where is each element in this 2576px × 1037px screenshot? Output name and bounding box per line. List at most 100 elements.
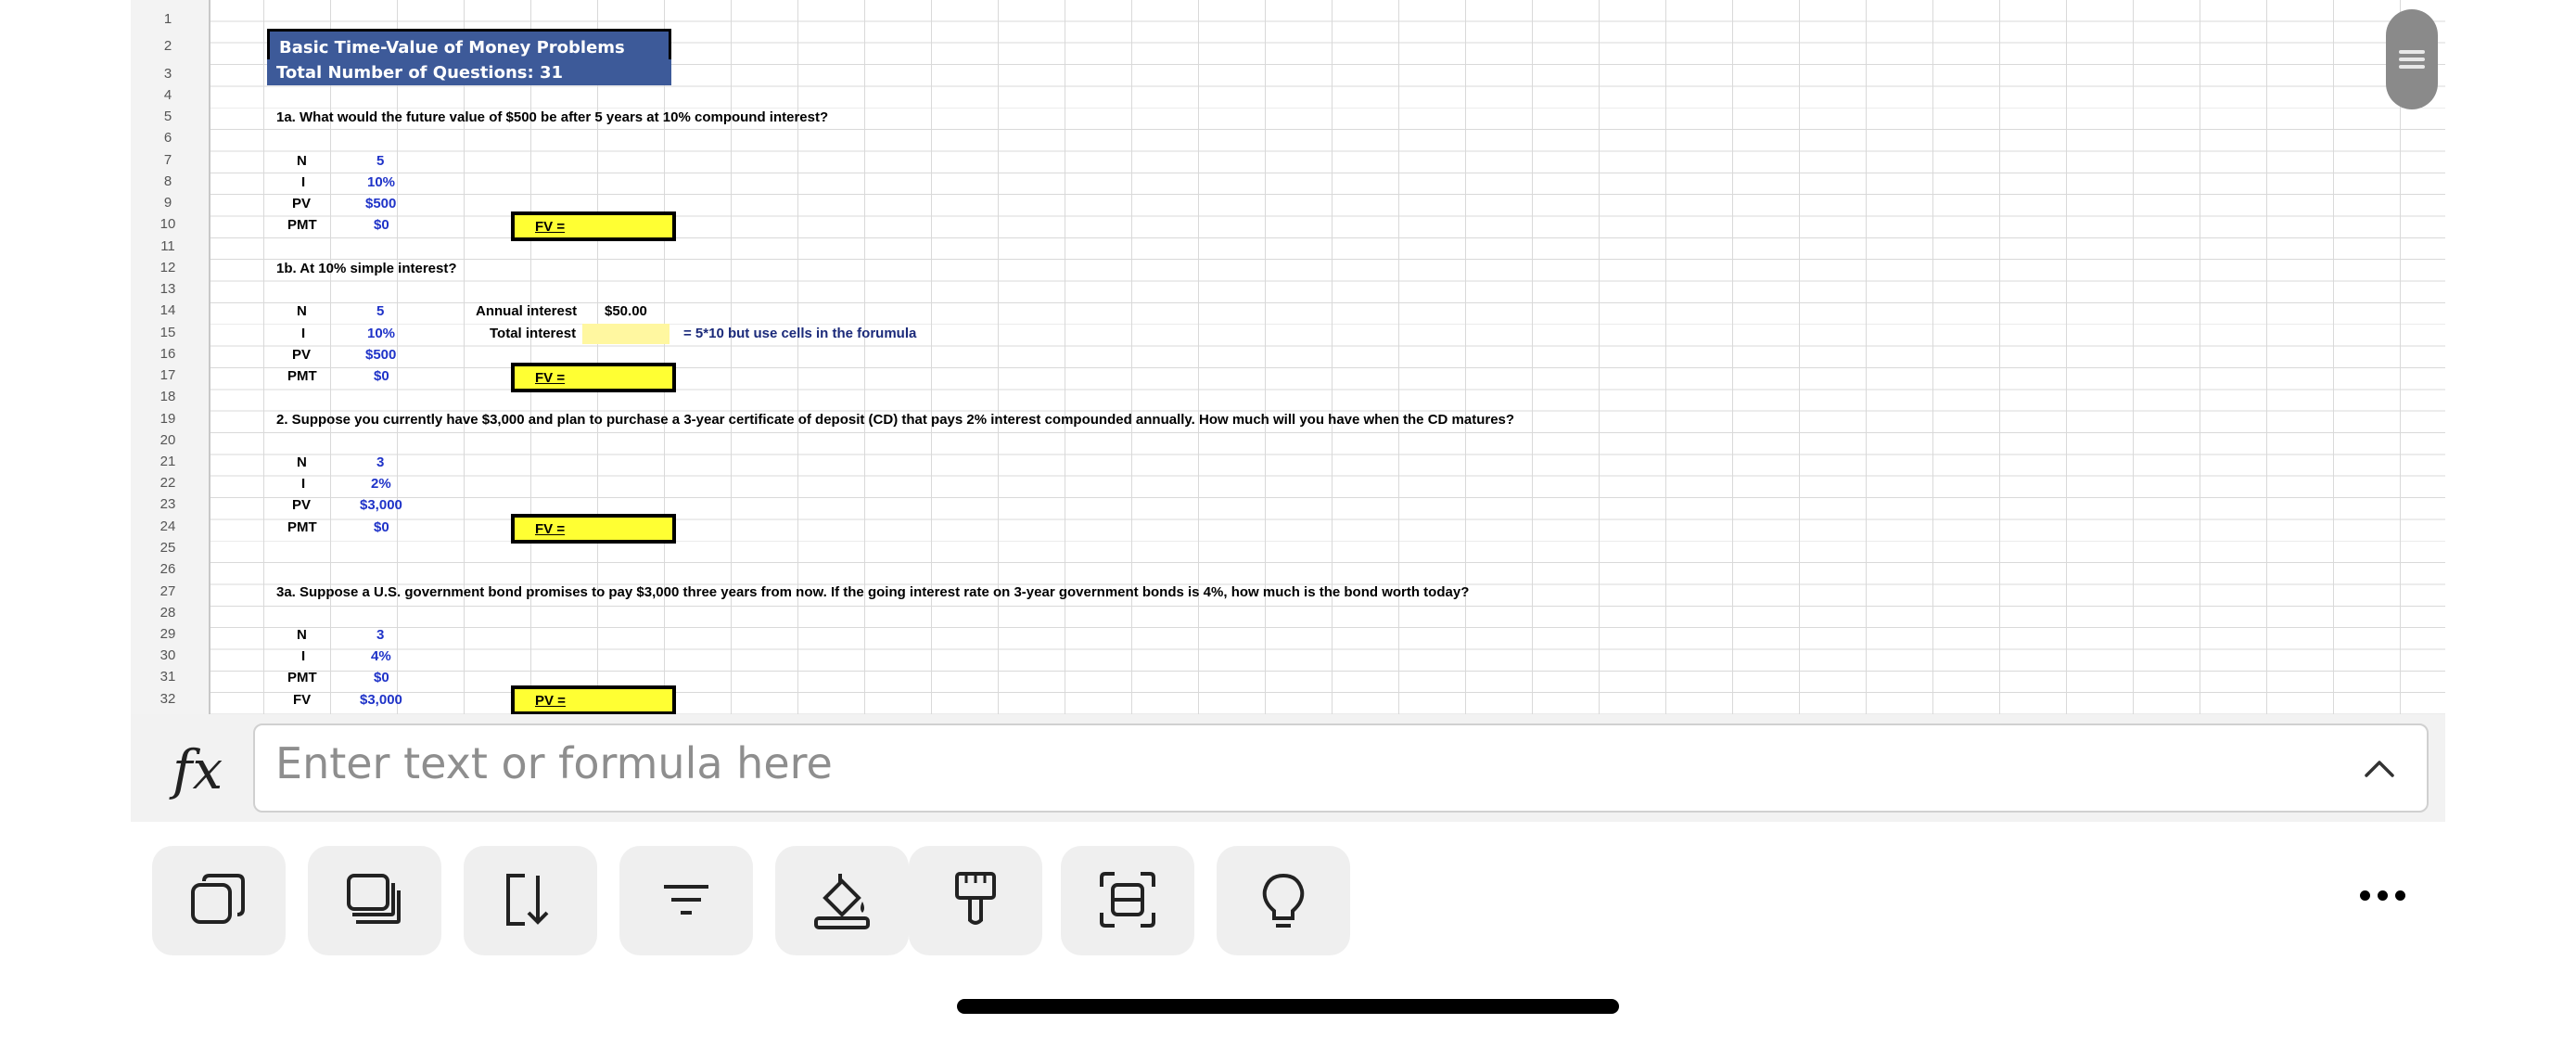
label-i[interactable]: I [301, 475, 305, 493]
row-number[interactable]: 15 [131, 325, 205, 340]
row-number[interactable]: 1 [131, 11, 205, 27]
row-number[interactable]: 6 [131, 130, 205, 146]
sheet-subtitle[interactable]: Total Number of Questions: 31 [267, 59, 671, 85]
total-interest-cell[interactable] [582, 324, 670, 344]
row-number[interactable]: 18 [131, 389, 205, 404]
input-pmt[interactable]: $0 [374, 669, 389, 687]
home-indicator[interactable] [957, 999, 1619, 1014]
row-number[interactable]: 32 [131, 691, 205, 707]
fx-icon[interactable]: fx [172, 738, 223, 801]
row-number[interactable]: 27 [131, 583, 205, 599]
ideas-button[interactable] [1217, 846, 1350, 955]
label-i[interactable]: I [301, 647, 305, 666]
question-1b[interactable]: 1b. At 10% simple interest? [276, 260, 457, 278]
input-pv[interactable]: $500 [365, 195, 396, 213]
row-number[interactable]: 5 [131, 109, 205, 124]
question-3a[interactable]: 3a. Suppose a U.S. government bond promi… [276, 583, 1469, 602]
row-number[interactable]: 14 [131, 302, 205, 318]
row-number[interactable]: 21 [131, 454, 205, 469]
row-number[interactable]: 3 [131, 66, 205, 82]
format-painter-button[interactable] [909, 846, 1042, 955]
answer-cell-pv[interactable]: PV = [511, 685, 676, 715]
answer-cell-fv[interactable]: FV = [511, 514, 676, 544]
label-fv[interactable]: FV [293, 691, 311, 710]
input-n[interactable]: 3 [376, 626, 384, 645]
input-i[interactable]: 2% [371, 475, 391, 493]
fill-down-button[interactable] [464, 846, 597, 955]
row-number[interactable]: 31 [131, 669, 205, 685]
duplicate-button[interactable] [308, 846, 441, 955]
label-i[interactable]: I [301, 325, 305, 343]
select-range-icon [1100, 872, 1155, 928]
row-number[interactable]: 29 [131, 626, 205, 642]
row-number[interactable]: 17 [131, 367, 205, 383]
row-number[interactable]: 30 [131, 647, 205, 663]
row-number[interactable]: 10 [131, 216, 205, 232]
copy-icon [191, 874, 245, 924]
input-pv[interactable]: $3,000 [360, 496, 402, 515]
row-number[interactable]: 11 [131, 238, 205, 254]
input-pmt[interactable]: $0 [374, 216, 389, 235]
row-number[interactable]: 22 [131, 475, 205, 491]
answer-cell-fv[interactable]: FV = [511, 363, 676, 392]
input-n[interactable]: 3 [376, 454, 384, 472]
label-n[interactable]: N [297, 454, 307, 472]
label-pmt[interactable]: PMT [287, 216, 317, 235]
row-number[interactable]: 25 [131, 540, 205, 556]
filter-button[interactable] [619, 846, 753, 955]
row-number[interactable]: 23 [131, 496, 205, 512]
answer-cell-fv[interactable]: FV = [511, 211, 676, 241]
scrollbar-thumb[interactable] [2386, 9, 2438, 109]
row-number[interactable]: 26 [131, 561, 205, 577]
row-number[interactable]: 8 [131, 173, 205, 189]
label-pmt[interactable]: PMT [287, 518, 317, 537]
annual-interest-label[interactable]: Annual interest [476, 302, 577, 321]
question-1a[interactable]: 1a. What would the future value of $500 … [276, 109, 828, 127]
row-header-column[interactable]: 1 2 3 4 5 6 7 8 9 10 11 12 13 14 15 16 1… [131, 0, 210, 714]
label-pv[interactable]: PV [292, 195, 311, 213]
select-range-button[interactable] [1061, 846, 1194, 955]
label-n[interactable]: N [297, 626, 307, 645]
row-number[interactable]: 4 [131, 87, 205, 103]
row-number[interactable]: 16 [131, 346, 205, 362]
row-number[interactable]: 9 [131, 195, 205, 211]
input-pv[interactable]: $500 [365, 346, 396, 365]
row-number[interactable]: 12 [131, 260, 205, 275]
row-number[interactable]: 24 [131, 518, 205, 534]
copy-button[interactable] [152, 846, 286, 955]
input-i[interactable]: 4% [371, 647, 391, 666]
label-pmt[interactable]: PMT [287, 367, 317, 386]
row-number[interactable]: 7 [131, 152, 205, 168]
answer-label: PV = [535, 693, 566, 709]
input-i[interactable]: 10% [367, 173, 395, 192]
input-n[interactable]: 5 [376, 152, 384, 171]
formula-input[interactable]: Enter text or formula here [253, 723, 2429, 813]
more-icon[interactable] [2360, 890, 2406, 903]
answer-label: FV = [535, 370, 566, 386]
label-n[interactable]: N [297, 302, 307, 321]
total-interest-label[interactable]: Total interest [490, 325, 576, 343]
input-pmt[interactable]: $0 [374, 518, 389, 537]
label-n[interactable]: N [297, 152, 307, 171]
sheet-title[interactable]: Basic Time-Value of Money Problems [267, 29, 671, 59]
spreadsheet-grid[interactable] [131, 0, 2445, 714]
question-2[interactable]: 2. Suppose you currently have $3,000 and… [276, 411, 1514, 429]
input-i[interactable]: 10% [367, 325, 395, 343]
label-i[interactable]: I [301, 173, 305, 192]
row-number[interactable]: 2 [131, 38, 205, 54]
chevron-up-icon[interactable] [2363, 751, 2396, 785]
input-n[interactable]: 5 [376, 302, 384, 321]
label-pv[interactable]: PV [292, 346, 311, 365]
row-number[interactable]: 13 [131, 281, 205, 297]
fill-color-button[interactable] [775, 846, 909, 955]
row-number[interactable]: 28 [131, 605, 205, 621]
label-pmt[interactable]: PMT [287, 669, 317, 687]
total-interest-note[interactable]: = 5*10 but use cells in the forumula [683, 325, 916, 343]
input-pmt[interactable]: $0 [374, 367, 389, 386]
label-pv[interactable]: PV [292, 496, 311, 515]
annual-interest-value[interactable]: $50.00 [605, 302, 647, 321]
row-number[interactable]: 19 [131, 411, 205, 427]
input-fv[interactable]: $3,000 [360, 691, 402, 710]
left-margin [0, 0, 131, 822]
row-number[interactable]: 20 [131, 432, 205, 448]
